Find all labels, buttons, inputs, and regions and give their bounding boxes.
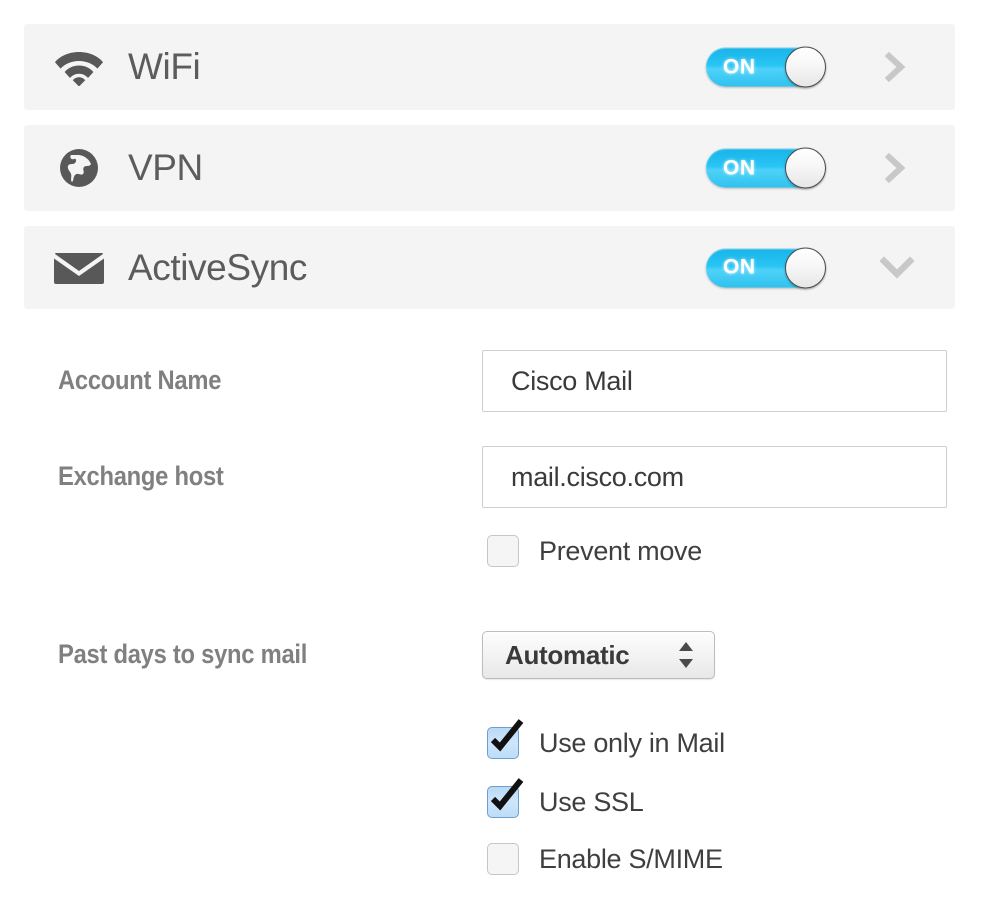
account-name-label: Account Name xyxy=(58,365,222,395)
checkmark-icon xyxy=(486,778,526,818)
service-label-activesync: ActiveSync xyxy=(128,246,308,288)
prevent-move-label: Prevent move xyxy=(539,535,702,566)
use-ssl-checkbox[interactable] xyxy=(487,778,524,818)
wifi-icon xyxy=(52,44,106,90)
prevent-move-row[interactable]: Prevent move xyxy=(487,534,702,568)
chevron-right-icon[interactable] xyxy=(880,51,910,83)
enable-smime-row[interactable]: Enable S/MIME xyxy=(487,842,723,876)
service-row-activesync[interactable]: ActiveSync ON xyxy=(24,226,955,309)
toggle-activesync-knob[interactable] xyxy=(785,247,826,288)
use-only-in-mail-row[interactable]: Use only in Mail xyxy=(487,719,725,760)
use-ssl-row[interactable]: Use SSL xyxy=(487,778,644,819)
exchange-host-input[interactable] xyxy=(482,446,947,508)
past-days-select[interactable]: Automatic xyxy=(482,631,715,679)
toggle-wifi-label: ON xyxy=(723,55,756,78)
service-label-wifi: WiFi xyxy=(128,46,201,87)
toggle-activesync[interactable]: ON xyxy=(706,247,826,288)
use-ssl-label: Use SSL xyxy=(539,786,644,817)
envelope-icon xyxy=(52,245,106,291)
enable-smime-checkbox[interactable] xyxy=(487,843,519,875)
toggle-wifi[interactable]: ON xyxy=(706,46,826,88)
toggle-vpn-knob[interactable] xyxy=(785,147,826,189)
toggle-vpn-label: ON xyxy=(723,156,756,179)
use-only-in-mail-checkbox[interactable] xyxy=(487,719,524,759)
account-name-input[interactable] xyxy=(482,350,947,412)
toggle-wifi-knob[interactable] xyxy=(785,46,826,88)
service-label-vpn: VPN xyxy=(128,147,203,188)
chevron-down-icon[interactable] xyxy=(879,253,915,283)
stepper-arrows-icon[interactable] xyxy=(678,641,694,669)
use-only-in-mail-label: Use only in Mail xyxy=(539,727,725,758)
past-days-selected-value: Automatic xyxy=(505,639,630,670)
globe-icon xyxy=(52,145,106,191)
enable-smime-label: Enable S/MIME xyxy=(539,843,723,874)
checkmark-icon xyxy=(486,719,526,759)
service-row-vpn[interactable]: VPN ON xyxy=(24,125,955,211)
toggle-activesync-label: ON xyxy=(723,255,756,279)
service-row-wifi[interactable]: WiFi ON xyxy=(24,24,955,110)
toggle-vpn[interactable]: ON xyxy=(706,147,826,189)
past-days-label: Past days to sync mail xyxy=(58,639,308,669)
exchange-host-label: Exchange host xyxy=(58,461,224,491)
prevent-move-checkbox[interactable] xyxy=(487,535,519,567)
chevron-right-icon[interactable] xyxy=(880,152,910,184)
